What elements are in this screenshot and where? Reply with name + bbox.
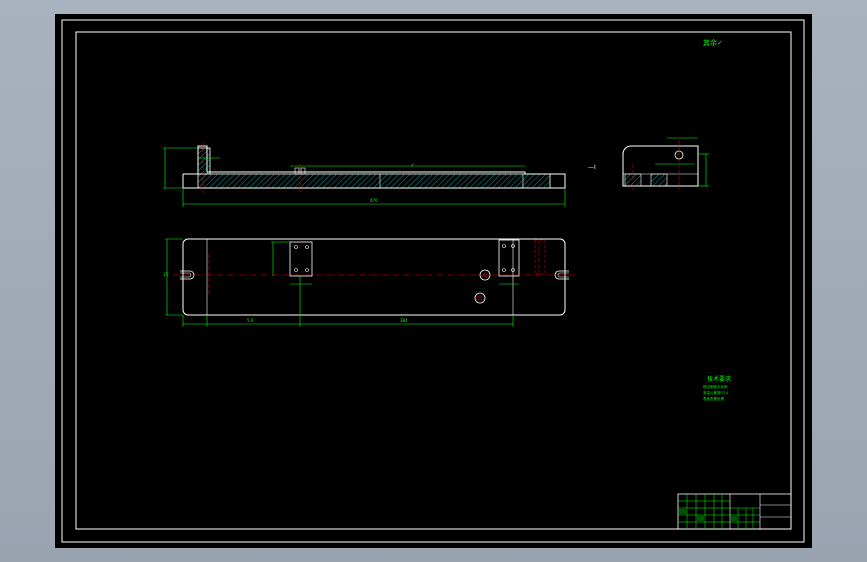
plan-hole xyxy=(502,244,506,248)
plan-dim-a: 5.6 xyxy=(247,318,254,323)
tech-req-line: 表面发黑处理 xyxy=(703,396,724,401)
plan-hole xyxy=(294,245,298,249)
section-hatch-mid xyxy=(650,173,668,187)
front-overall-length-dim: 476 xyxy=(370,198,378,203)
section-view: —Ⅰ xyxy=(588,137,709,190)
plan-hole xyxy=(502,268,506,272)
plan-hole xyxy=(305,268,309,272)
front-view: 476 ✓ xyxy=(163,142,566,207)
plan-round-hole-inner xyxy=(477,295,483,301)
tech-req-heading: 技术要求 xyxy=(707,375,731,383)
front-hatch-body xyxy=(197,173,551,189)
tech-req-line: 未注公差按IT14 xyxy=(703,390,729,395)
section-marker: —Ⅰ xyxy=(588,164,596,171)
title-cell-fill xyxy=(679,509,686,514)
plan-dim-c: 15 xyxy=(163,272,169,277)
cad-drawing: 其余✓ 476 ✓ 5.6 384 15 —Ⅰ 技术要求 锐边倒钝去毛刺 未注公… xyxy=(61,19,805,543)
cad-viewport[interactable]: 其余✓ 476 ✓ 5.6 384 15 —Ⅰ 技术要求 锐边倒钝去毛刺 未注公… xyxy=(55,14,812,548)
front-hole xyxy=(300,167,306,175)
plan-view: 5.6 384 15 xyxy=(163,238,575,327)
plan-block-right xyxy=(498,239,520,277)
title-block xyxy=(677,493,792,530)
plan-hole xyxy=(294,268,298,272)
tech-req-line: 锐边倒钝去毛刺 xyxy=(703,384,728,389)
technical-requirements: 技术要求 锐边倒钝去毛刺 未注公差按IT14 表面发黑处理 xyxy=(703,375,731,401)
front-roughness-symbol: ✓ xyxy=(410,162,415,169)
title-block-frame xyxy=(677,493,792,530)
plan-round-hole xyxy=(474,292,486,304)
front-hatch-block xyxy=(197,147,211,175)
plan-red-detail xyxy=(534,239,546,275)
outer-frame xyxy=(61,19,805,543)
front-hole xyxy=(294,167,300,175)
plan-outline xyxy=(182,238,566,316)
title-cell-fill xyxy=(731,516,737,521)
plan-hole xyxy=(305,245,309,249)
roughness-note: 其余✓ xyxy=(703,38,723,47)
plan-dim-b: 384 xyxy=(400,318,408,323)
title-cell-fill xyxy=(697,516,704,521)
